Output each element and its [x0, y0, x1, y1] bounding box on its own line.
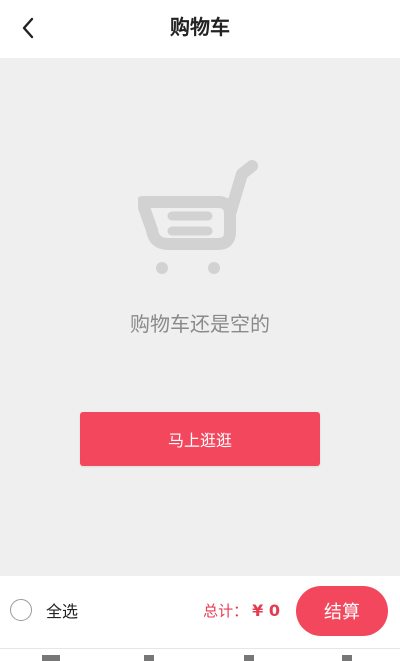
select-all-radio[interactable] [10, 599, 32, 621]
tab-profile-icon[interactable] [342, 655, 352, 661]
tab-home-icon[interactable] [42, 655, 60, 661]
checkout-bar: 全选 总计： ¥ 0 结算 [0, 576, 400, 648]
select-all-label: 全选 [46, 602, 79, 621]
bottom-tab-bar [0, 648, 400, 661]
top-bar: 购物车 [0, 0, 400, 58]
page-title: 购物车 [170, 15, 230, 39]
shopping-cart-icon [138, 160, 258, 274]
total-label: 总计： [203, 602, 249, 620]
tab-category-icon[interactable] [144, 655, 154, 661]
back-button[interactable] [14, 14, 42, 42]
checkout-button[interactable]: 结算 [296, 586, 388, 636]
go-shopping-button[interactable]: 马上逛逛 [80, 412, 320, 466]
total-value: ¥ 0 [252, 601, 280, 620]
chevron-left-icon [22, 17, 34, 39]
select-all-toggle[interactable]: 全选 [10, 598, 78, 622]
tab-cart-icon[interactable] [244, 655, 254, 661]
empty-cart-message: 购物车还是空的 [130, 312, 270, 336]
total-amount: 总计： ¥ 0 [203, 600, 280, 621]
empty-cart-area: 购物车还是空的 马上逛逛 [0, 58, 400, 576]
